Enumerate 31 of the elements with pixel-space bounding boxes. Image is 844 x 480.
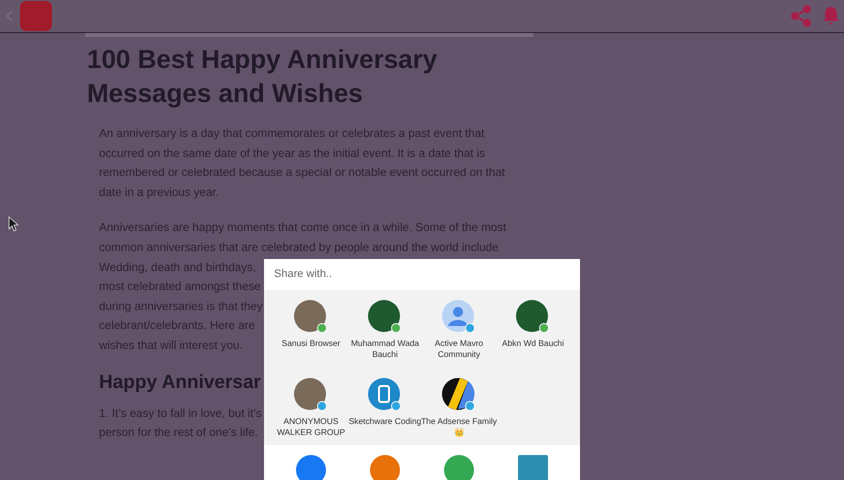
share-target[interactable]: Sanusi Browser <box>274 300 348 368</box>
avatar-icon <box>294 300 328 334</box>
mouse-cursor-icon <box>8 216 19 232</box>
article-title: 100 Best Happy Anniversary Messages and Wishes <box>87 43 438 110</box>
dialog-title: Share with.. <box>264 259 580 290</box>
share-target[interactable]: Abkn Wd Bauchi <box>496 300 570 368</box>
share-target[interactable]: Muhammad Wada Bauchi <box>348 300 422 368</box>
list-item-line: person for the rest of one’s life. <box>99 425 258 442</box>
share-target[interactable]: Active Mavro Community <box>422 300 496 368</box>
share-target[interactable]: ANONYMOUS WALKER GROUP <box>274 378 348 445</box>
share-icon[interactable] <box>790 5 812 27</box>
section-heading: Happy Anniversar <box>99 372 261 394</box>
avatar-icon <box>368 378 402 412</box>
person-avatar-icon <box>442 300 476 334</box>
app-icon[interactable] <box>444 455 474 480</box>
avatar-icon <box>368 300 402 334</box>
avatar-icon <box>442 378 476 412</box>
paragraph-line: remembered or celebrated because a special or notable event occurred on that <box>99 165 506 182</box>
paragraph-line: during anniversaries is that they <box>99 298 263 315</box>
paragraph-line: most celebrated amongst these <box>99 279 261 296</box>
paragraph-line: common anniversaries that are celebrated by people around the world include <box>99 240 499 256</box>
avatar-icon <box>516 300 550 334</box>
share-target[interactable]: The Adsense Family 👑 <box>422 378 496 445</box>
notification-bell-icon[interactable] <box>822 6 840 26</box>
share-target[interactable]: Sketchware Coding <box>348 378 422 445</box>
paragraph-line: celebrant/celebrants. Here are <box>99 318 255 334</box>
app-icon[interactable] <box>370 455 400 480</box>
avatar-icon <box>294 378 328 412</box>
app-logo-icon <box>20 1 52 31</box>
app-icon[interactable] <box>296 455 326 480</box>
paragraph-line: Wedding, death and birthdays, <box>99 260 256 276</box>
